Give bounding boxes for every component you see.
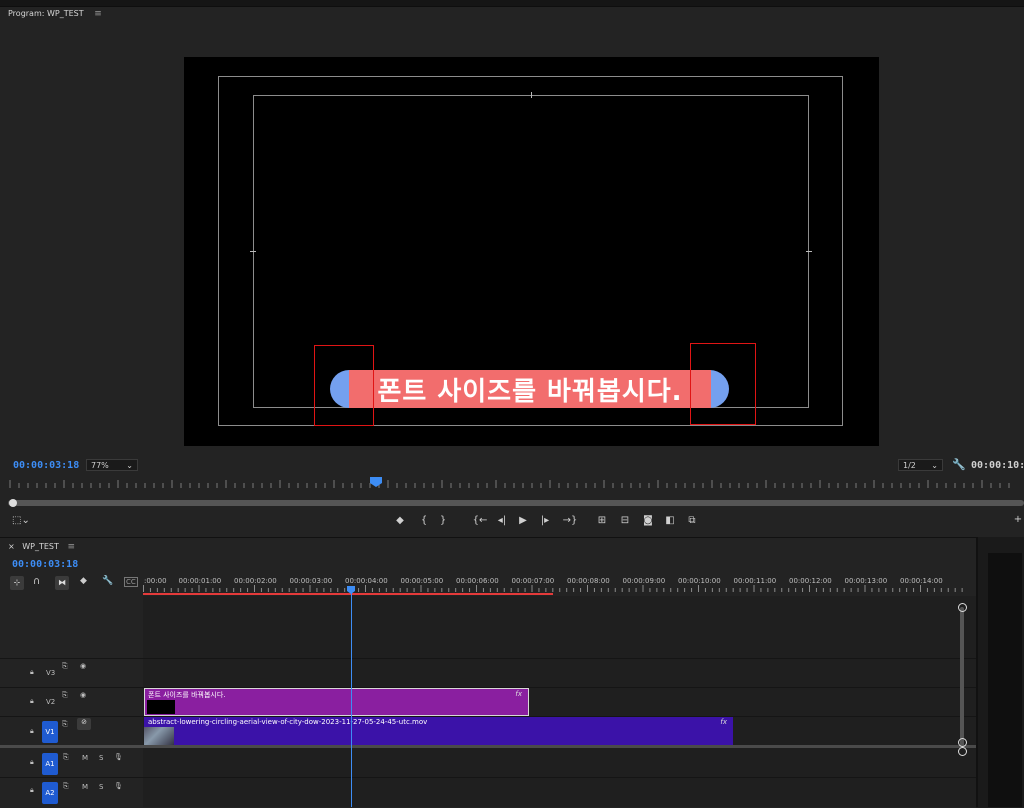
safe-center-tick (531, 92, 532, 98)
program-duration: 00:00:10:15 (971, 460, 1024, 471)
title-clip-name: 폰트 사이즈를 바꿔봅시다. (148, 691, 226, 699)
zoom-level-value: 77% (91, 461, 109, 470)
panel-menu-icon[interactable]: ≡ (67, 542, 75, 552)
track-separator (0, 658, 976, 659)
scrollbar-handle-bottom[interactable] (958, 738, 967, 747)
timeline-ruler[interactable]: :00:00 00:00:01:00 00:00:02:00 00:00:03:00 0… (143, 576, 976, 596)
play-button[interactable]: ▶ (515, 515, 531, 526)
safe-center-tick (250, 251, 256, 252)
program-current-timecode[interactable]: 00:00:03:18 (13, 460, 79, 471)
scrollbar-handle-audio[interactable] (958, 747, 967, 756)
caption-text: 폰트 사이즈를 바꿔봅시다. (377, 376, 683, 407)
render-bar (143, 593, 553, 595)
resolution-value: 1/2 (903, 461, 916, 470)
lock-icon[interactable]: 🔒︎ (30, 727, 34, 736)
video-clip-thumbnail (144, 727, 174, 745)
mark-out-button[interactable]: } (435, 515, 451, 526)
settings-icon[interactable]: ⬚⌄ (12, 515, 30, 526)
eye-icon[interactable]: ◉ (80, 691, 86, 699)
captions-icon[interactable]: CC (124, 577, 138, 587)
video-audio-divider[interactable] (0, 745, 976, 748)
solo-button[interactable]: S (99, 754, 103, 762)
sync-lock-icon[interactable]: ⎘ (62, 662, 68, 671)
timeline-vertical-scrollbar[interactable] (960, 607, 964, 747)
linked-selection-icon[interactable]: ⧓ (55, 576, 69, 590)
highlight-box-right (690, 343, 756, 425)
go-to-in-button[interactable]: {← (470, 515, 490, 526)
sync-lock-icon[interactable]: ⎘ (62, 720, 68, 729)
sync-lock-icon[interactable]: ⎘ (63, 753, 69, 762)
lift-icon[interactable]: ⊞ (594, 515, 610, 526)
lock-icon[interactable]: 🔒︎ (30, 786, 34, 795)
solo-button[interactable]: S (99, 783, 103, 791)
title-clip-thumbnail (147, 700, 175, 714)
multi-camera-icon[interactable]: ⧉ (684, 515, 700, 526)
chevron-down-icon: ⌄ (126, 461, 133, 470)
audio-meter (988, 553, 1022, 807)
mute-button[interactable]: M (82, 754, 88, 762)
fx-badge[interactable]: fx (720, 718, 727, 726)
program-time-ruler[interactable] (8, 477, 1024, 489)
track-headers (0, 596, 143, 807)
add-button[interactable]: + (1010, 514, 1024, 525)
highlight-box-left (314, 345, 374, 426)
add-marker-icon[interactable]: ◆ (80, 576, 87, 586)
video-clip-name: abstract-lowering-circling-aerial-view-o… (148, 718, 428, 726)
playhead-line[interactable] (351, 592, 352, 807)
extract-icon[interactable]: ⊟ (617, 515, 633, 526)
panel-menu-icon[interactable]: ≡ (94, 9, 102, 19)
fx-badge[interactable]: fx (515, 690, 522, 698)
scrollbar-handle-left[interactable] (9, 499, 17, 507)
video-clip[interactable]: abstract-lowering-circling-aerial-view-o… (144, 717, 733, 745)
nest-toggle-icon[interactable]: ⊹ (10, 576, 24, 590)
add-marker-icon[interactable]: ◆ (392, 515, 408, 526)
wrench-icon[interactable]: 🔧 (102, 576, 113, 586)
sequence-name: WP_TEST (22, 542, 59, 551)
lock-icon[interactable]: 🔒︎ (30, 697, 34, 706)
source-patch-a1[interactable]: A1 (42, 753, 58, 775)
track-label-v3: V3 (46, 669, 56, 677)
timeline-tab[interactable]: × WP_TEST ≡ (8, 542, 75, 552)
audio-meter-panel (976, 537, 1024, 807)
snap-magnet-icon[interactable]: ∩ (33, 576, 40, 587)
timeline-current-timecode[interactable]: 00:00:03:18 (12, 559, 78, 570)
comparison-view-icon[interactable]: ◧ (662, 515, 678, 526)
top-bar (0, 0, 1024, 7)
eye-hidden-icon[interactable]: ⊘ (77, 718, 91, 730)
chevron-down-icon: ⌄ (931, 461, 938, 470)
track-separator (0, 777, 976, 778)
step-back-button[interactable]: ◂| (494, 515, 510, 526)
playhead-marker[interactable] (370, 477, 382, 487)
resolution-select[interactable]: 1/2 ⌄ (898, 459, 943, 471)
mark-in-button[interactable]: { (416, 515, 432, 526)
microphone-icon[interactable]: 🎙︎ (114, 753, 123, 761)
go-to-out-button[interactable]: →} (560, 515, 580, 526)
program-zoom-scrollbar[interactable] (8, 500, 1024, 506)
export-frame-icon[interactable]: ◙ (640, 515, 656, 526)
step-forward-button[interactable]: |▸ (537, 515, 553, 526)
source-patch-a2[interactable]: A2 (42, 782, 58, 804)
zoom-level-select[interactable]: 77% ⌄ (86, 459, 138, 471)
program-title-label: Program: WP_TEST (8, 9, 84, 18)
lock-icon[interactable]: 🔒︎ (30, 758, 34, 767)
title-clip[interactable]: 폰트 사이즈를 바꿔봅시다. fx (144, 688, 529, 716)
safe-center-tick (806, 251, 812, 252)
source-patch-v1[interactable]: V1 (42, 721, 58, 743)
lock-icon[interactable]: 🔒︎ (30, 668, 34, 677)
microphone-icon[interactable]: 🎙︎ (114, 782, 123, 790)
close-tab-icon[interactable]: × (8, 542, 15, 551)
sync-lock-icon[interactable]: ⎘ (63, 782, 69, 791)
program-panel-title[interactable]: Program: WP_TEST ≡ (8, 9, 102, 19)
wrench-icon[interactable]: 🔧 (952, 458, 966, 471)
eye-icon[interactable]: ◉ (80, 662, 86, 670)
track-label-v2: V2 (46, 698, 56, 706)
scrollbar-handle-top[interactable] (958, 603, 967, 612)
mute-button[interactable]: M (82, 783, 88, 791)
caption-text-box[interactable]: 폰트 사이즈를 바꿔봅시다. (349, 370, 711, 408)
sync-lock-icon[interactable]: ⎘ (62, 691, 68, 700)
